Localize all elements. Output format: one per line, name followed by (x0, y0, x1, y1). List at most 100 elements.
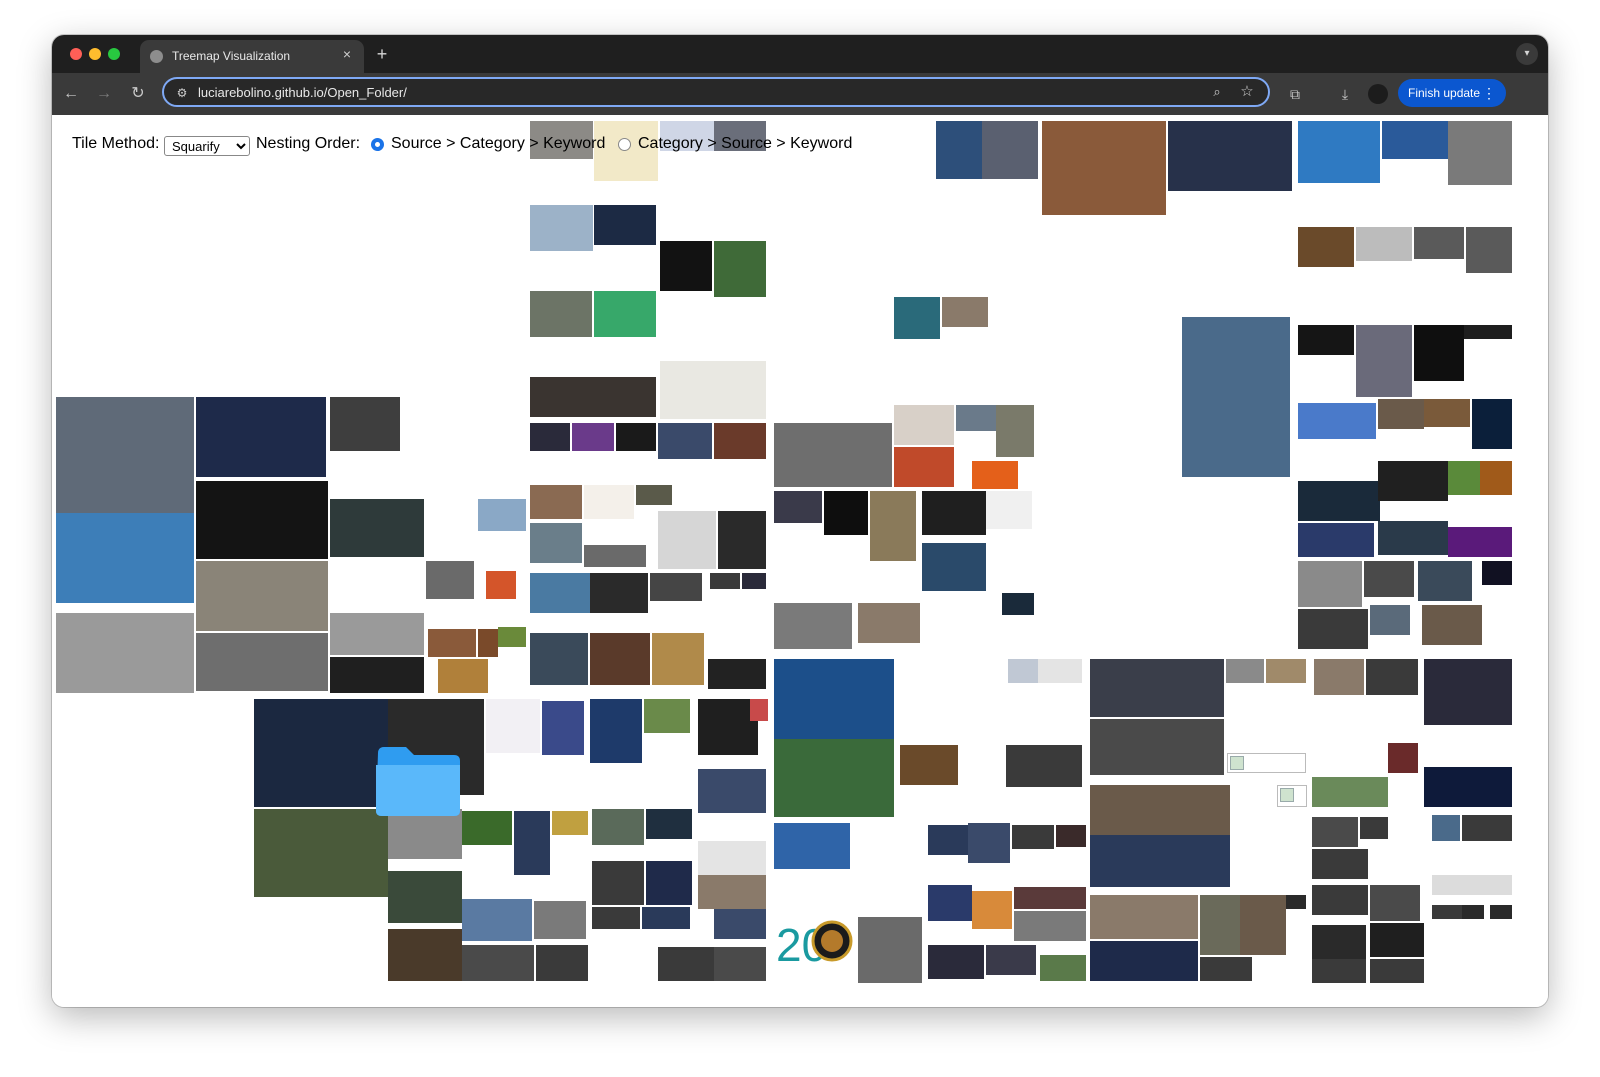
treemap-image-tile[interactable] (388, 871, 462, 923)
folder-icon[interactable] (374, 745, 461, 817)
treemap-image-tile[interactable] (1378, 461, 1448, 501)
treemap-image-tile[interactable] (742, 573, 766, 589)
treemap-image-tile[interactable] (1364, 561, 1414, 597)
treemap-image-tile[interactable] (388, 929, 462, 981)
treemap-image-tile[interactable] (196, 481, 328, 559)
treemap-image-tile[interactable] (1266, 659, 1306, 683)
treemap-image-tile[interactable] (972, 461, 1018, 489)
treemap-image-tile[interactable] (592, 907, 640, 929)
zoom-icon[interactable]: ⌕ (1208, 83, 1226, 101)
treemap-image-tile[interactable] (1356, 325, 1412, 397)
treemap-image-tile[interactable] (590, 699, 642, 763)
nesting-option-2-label[interactable]: Category > Source > Keyword (638, 135, 852, 153)
treemap-image-tile[interactable] (1432, 815, 1460, 841)
treemap-image-tile[interactable] (714, 423, 766, 459)
treemap-image-tile[interactable] (894, 405, 954, 445)
treemap-image-tile[interactable] (530, 523, 582, 563)
treemap-image-tile[interactable] (478, 499, 526, 531)
treemap-image-tile[interactable] (478, 629, 498, 657)
treemap-image-tile[interactable] (330, 657, 424, 693)
treemap-image-tile[interactable] (1298, 121, 1380, 183)
treemap-image-tile[interactable] (1090, 719, 1224, 775)
treemap-image-tile[interactable] (894, 447, 954, 487)
treemap-image-tile[interactable] (1462, 815, 1512, 841)
site-settings-icon[interactable]: ⚙ (174, 85, 190, 101)
url-text[interactable]: luciarebolino.github.io/Open_Folder/ (198, 85, 407, 100)
treemap-image-tile[interactable] (1090, 785, 1230, 839)
treemap-image-tile[interactable] (530, 485, 582, 519)
treemap-image-tile[interactable] (590, 573, 648, 613)
treemap-image-tile[interactable] (196, 397, 326, 477)
treemap-image-tile[interactable] (1482, 561, 1512, 585)
treemap-image-tile[interactable] (644, 699, 690, 733)
treemap-image-tile[interactable] (1090, 659, 1224, 717)
reload-icon[interactable]: ↻ (127, 83, 149, 105)
treemap-image-tile[interactable] (1448, 461, 1480, 495)
treemap-image-tile[interactable] (530, 377, 656, 417)
treemap-image-tile[interactable] (698, 841, 766, 875)
treemap-image-tile[interactable] (698, 875, 766, 909)
treemap-image-tile[interactable] (530, 291, 592, 337)
treemap-image-tile[interactable] (56, 513, 194, 603)
treemap-image-tile[interactable] (428, 629, 476, 657)
treemap-image-tile[interactable] (616, 423, 656, 451)
nesting-radio-source-first[interactable] (371, 138, 384, 151)
treemap-image-tile[interactable] (1432, 905, 1462, 919)
treemap-image-tile[interactable] (646, 809, 692, 839)
treemap-image-tile[interactable] (1366, 659, 1418, 695)
treemap-image-tile[interactable] (1090, 835, 1230, 887)
treemap-image-tile[interactable] (698, 699, 758, 755)
treemap-image-tile[interactable] (1226, 659, 1264, 683)
maximize-window-button[interactable] (108, 48, 120, 60)
treemap-image-tile[interactable] (972, 891, 1012, 929)
treemap-image-tile[interactable] (658, 947, 716, 981)
treemap-image-tile[interactable] (1286, 895, 1306, 909)
treemap-image-tile[interactable] (486, 571, 516, 599)
treemap-image-tile[interactable] (788, 291, 864, 415)
treemap-image-tile[interactable] (708, 659, 766, 689)
treemap-image-tile[interactable] (774, 739, 894, 817)
treemap-image-tile[interactable] (1090, 895, 1198, 939)
treemap-image-tile[interactable] (1042, 121, 1166, 215)
treemap-image-tile[interactable] (1014, 911, 1086, 941)
treemap-image-tile[interactable] (1414, 227, 1464, 259)
treemap-image-tile[interactable] (1012, 825, 1054, 849)
treemap-image-tile[interactable] (584, 545, 646, 567)
treemap-image-tile[interactable] (714, 909, 766, 939)
treemap-image-tile[interactable] (1422, 605, 1482, 645)
treemap-image-tile[interactable] (426, 561, 474, 599)
treemap-image-tile[interactable] (254, 809, 388, 897)
treemap-image-tile[interactable] (590, 633, 650, 685)
treemap-image-tile[interactable] (1090, 941, 1198, 981)
treemap-image-tile[interactable] (1382, 121, 1448, 159)
treemap-image-tile[interactable] (1448, 527, 1512, 557)
treemap-image-tile[interactable] (642, 907, 690, 929)
treemap-image-tile[interactable] (1312, 817, 1358, 847)
treemap-image-tile[interactable] (1356, 227, 1412, 261)
treemap-image-tile[interactable] (1414, 325, 1464, 381)
treemap-image-tile[interactable] (1424, 399, 1470, 427)
treemap-image-tile[interactable] (900, 745, 958, 785)
treemap-image-tile[interactable] (552, 811, 588, 835)
treemap-image-tile[interactable] (1298, 227, 1354, 267)
treemap-image-tile[interactable] (922, 543, 986, 591)
treemap-image-tile[interactable] (698, 769, 766, 813)
treemap-image-tile[interactable] (774, 423, 892, 487)
treemap-image-tile[interactable] (1008, 659, 1038, 683)
bookmark-star-icon[interactable]: ☆ (1238, 83, 1256, 101)
treemap-image-tile[interactable] (1424, 659, 1512, 725)
tile-method-select[interactable]: Squarify (164, 136, 250, 156)
treemap-image-tile[interactable] (1240, 895, 1286, 955)
extensions-icon[interactable]: ⧉ (1284, 83, 1306, 105)
back-icon[interactable]: ← (60, 83, 82, 105)
treemap-image-tile[interactable] (714, 947, 766, 981)
treemap-image-tile[interactable] (1378, 521, 1448, 555)
treemap-image-tile[interactable] (1312, 777, 1388, 807)
treemap-image-tile[interactable] (530, 633, 588, 685)
treemap-image-tile[interactable] (870, 491, 916, 561)
new-tab-button[interactable]: + (372, 44, 392, 64)
treemap-image-tile[interactable] (922, 491, 986, 535)
treemap-image-tile[interactable] (774, 659, 894, 739)
treemap-image-tile[interactable] (572, 423, 614, 451)
treemap-image-tile[interactable] (536, 945, 588, 981)
